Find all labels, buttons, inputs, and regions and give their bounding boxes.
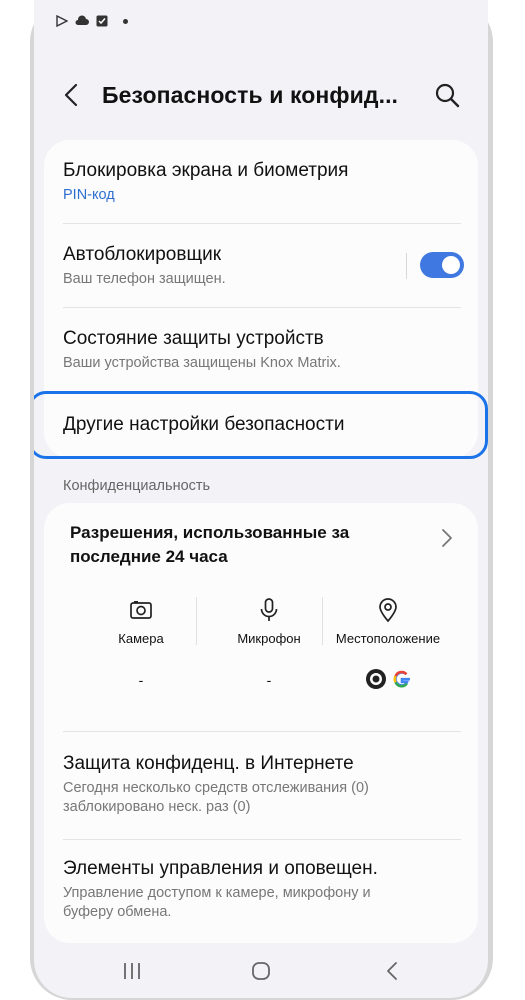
item-subtitle: заблокировано неск. раз (0) — [63, 799, 251, 815]
location-permission[interactable]: Местоположение — [325, 597, 451, 692]
item-title: Элементы управления и оповещен. — [63, 858, 378, 879]
cloud-sync-icon — [75, 15, 89, 25]
google-app-icon — [393, 670, 410, 688]
permission-value: - — [266, 672, 272, 688]
app-header: Безопасность и конфид... — [34, 70, 488, 120]
item-title: Защита конфиденц. в Интернете — [63, 753, 354, 774]
auto-blocker-toggle[interactable] — [420, 252, 464, 278]
microphone-icon — [260, 598, 278, 621]
screen: Безопасность и конфид... Блокировка экра… — [34, 0, 488, 998]
column-separator — [322, 597, 323, 645]
highlight-frame — [34, 391, 488, 459]
divider — [63, 307, 461, 308]
recent-apps-icon[interactable] — [122, 960, 142, 982]
camera-icon — [130, 601, 152, 619]
auto-blocker-item[interactable]: Автоблокировщик Ваш телефон защищен. — [63, 244, 226, 287]
search-icon[interactable] — [432, 80, 462, 110]
permission-value: - — [138, 672, 144, 688]
status-bar — [56, 11, 128, 31]
play-store-icon — [56, 15, 68, 27]
item-title: Блокировка экрана и биометрия — [63, 160, 349, 181]
screen-lock-biometrics-item[interactable]: Блокировка экрана и биометрия PIN-код — [63, 160, 348, 203]
privacy-card: Разрешения, использованные за последние … — [44, 503, 478, 943]
divider — [63, 223, 461, 224]
permission-label: Микрофон — [237, 631, 301, 646]
toggle-separator — [406, 253, 407, 279]
permissions-used-title[interactable]: Разрешения, использованные за последние … — [70, 521, 390, 569]
item-subtitle: Ваши устройства защищены Knox Matrix. — [63, 355, 341, 371]
location-apps — [325, 666, 451, 692]
column-separator — [196, 597, 197, 645]
item-subtitle: Ваш телефон защищен. — [63, 271, 226, 287]
permission-label: Камера — [118, 631, 164, 646]
chrome-app-icon — [366, 669, 386, 689]
more-notifications-dot — [123, 18, 128, 24]
divider — [63, 839, 461, 840]
camera-permission[interactable]: Камера - — [78, 597, 204, 692]
page-title: Безопасность и конфид... — [102, 82, 399, 108]
item-subtitle: PIN-код — [63, 187, 115, 203]
navigation-bar — [34, 950, 488, 994]
permission-label: Местоположение — [335, 631, 441, 646]
chevron-right-icon[interactable] — [440, 527, 454, 549]
item-subtitle: Сегодня несколько средств отслеживания (… — [63, 780, 369, 796]
divider — [63, 731, 461, 732]
back-nav-icon[interactable] — [384, 960, 400, 982]
item-subtitle: буферу обмена. — [63, 904, 172, 920]
item-subtitle: Управление доступом к камере, микрофону … — [63, 885, 371, 901]
home-icon[interactable] — [250, 960, 272, 982]
controls-and-alerts-item[interactable]: Элементы управления и оповещен. Управлен… — [63, 858, 378, 920]
internet-privacy-protection-item[interactable]: Защита конфиденц. в Интернете Сегодня не… — [63, 753, 369, 815]
checkbox-notification-icon — [96, 15, 108, 27]
back-arrow-icon[interactable] — [58, 80, 86, 110]
microphone-permission[interactable]: Микрофон - — [206, 597, 332, 692]
location-icon — [379, 598, 397, 623]
item-title: Автоблокировщик — [63, 244, 222, 265]
privacy-section-label: Конфиденциальность — [63, 478, 211, 494]
toggle-knob — [442, 256, 460, 274]
item-title: Состояние защиты устройств — [63, 328, 324, 349]
device-protection-status-item[interactable]: Состояние защиты устройств Ваши устройст… — [63, 328, 341, 371]
